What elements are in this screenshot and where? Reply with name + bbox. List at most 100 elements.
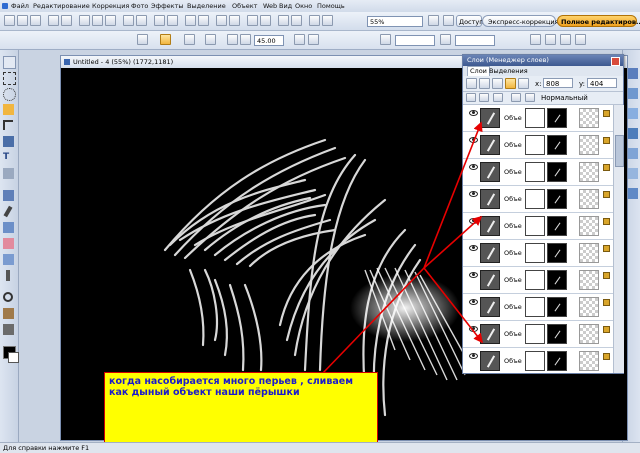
lock-icon[interactable]	[603, 218, 610, 225]
paste-icon[interactable]	[105, 15, 116, 26]
rotate-angle-icon[interactable]	[240, 34, 251, 45]
crop-icon[interactable]	[3, 120, 13, 130]
lock-icon[interactable]	[603, 326, 610, 333]
magic-wand-icon[interactable]	[3, 104, 14, 115]
fullscreen-icon[interactable]	[309, 15, 320, 26]
camera-icon[interactable]	[167, 15, 178, 26]
help-icon[interactable]	[428, 15, 439, 26]
layer-row[interactable]: Объе	[463, 240, 613, 267]
lasso-icon[interactable]	[3, 88, 16, 101]
cut-icon[interactable]	[79, 15, 90, 26]
hand-tool-icon[interactable]	[3, 324, 14, 335]
mask-icon[interactable]	[479, 93, 489, 102]
smudge-icon[interactable]	[3, 254, 14, 265]
print-icon[interactable]	[48, 15, 59, 26]
menu-selection[interactable]: Выделение	[187, 2, 226, 10]
transform-icon[interactable]	[137, 34, 148, 45]
flip-h-icon[interactable]	[294, 34, 305, 45]
layer-row[interactable]: Объе	[463, 348, 613, 373]
layers-scrollbar[interactable]	[613, 105, 624, 373]
eye-icon[interactable]	[469, 272, 478, 278]
menu-web[interactable]: Web	[263, 2, 277, 10]
lock-icon[interactable]	[603, 299, 610, 306]
guide-icon[interactable]	[260, 15, 271, 26]
apply-icon[interactable]	[380, 34, 391, 45]
new-icon[interactable]	[4, 15, 15, 26]
clone-icon[interactable]	[3, 190, 14, 201]
email-icon[interactable]	[61, 15, 72, 26]
zoom-icon[interactable]	[3, 292, 13, 302]
lock-icon[interactable]	[603, 272, 610, 279]
close-icon[interactable]	[611, 57, 620, 66]
menu-edit[interactable]: Редактирование	[33, 2, 90, 10]
redo-icon[interactable]	[136, 15, 147, 26]
merge-icon[interactable]	[518, 78, 529, 89]
lock-icon[interactable]	[466, 93, 476, 102]
eyedropper-icon[interactable]	[3, 308, 14, 319]
history-icon[interactable]	[627, 108, 638, 119]
flip-v-icon[interactable]	[308, 34, 319, 45]
lock-icon[interactable]	[603, 137, 610, 144]
background-color[interactable]	[8, 352, 19, 363]
text-icon[interactable]: T	[3, 152, 14, 163]
lock-icon[interactable]	[603, 191, 610, 198]
zoom-in-icon[interactable]	[185, 15, 196, 26]
layer-row[interactable]: Объе	[463, 294, 613, 321]
order-icon[interactable]	[227, 34, 238, 45]
opacity-icon[interactable]	[560, 34, 571, 45]
duplicate-icon[interactable]	[492, 78, 503, 89]
group-icon[interactable]	[479, 78, 490, 89]
layer-row[interactable]: Объе	[463, 132, 613, 159]
eye-icon[interactable]	[469, 164, 478, 170]
lock-icon[interactable]	[603, 164, 610, 171]
fit-icon[interactable]	[291, 15, 302, 26]
eraser-icon[interactable]	[3, 238, 14, 249]
layer-row[interactable]: Объе	[463, 267, 613, 294]
copy-icon[interactable]	[92, 15, 103, 26]
rotate-icon[interactable]	[216, 15, 227, 26]
menu-adjust[interactable]: Коррекция	[92, 2, 129, 10]
eye-icon[interactable]	[469, 353, 478, 359]
menu-window[interactable]: Окно	[295, 2, 312, 10]
share-icon[interactable]	[443, 15, 454, 26]
eye-icon[interactable]	[469, 299, 478, 305]
layer-row[interactable]: Объе	[463, 159, 613, 186]
scan-icon[interactable]	[154, 15, 165, 26]
full-edit-button[interactable]: Полное редактиров...	[557, 15, 640, 27]
lock-icon[interactable]	[603, 245, 610, 252]
menu-effects[interactable]: Эффекты	[151, 2, 184, 10]
object-mode-icon[interactable]	[160, 34, 171, 45]
eye-icon[interactable]	[469, 326, 478, 332]
hand-icon[interactable]	[278, 15, 289, 26]
zoom-out-icon[interactable]	[198, 15, 209, 26]
layer-row[interactable]: Объе	[463, 213, 613, 240]
mode-icon[interactable]	[525, 93, 535, 102]
menu-photo[interactable]: Фото	[131, 2, 148, 10]
scrollbar-thumb[interactable]	[615, 135, 624, 167]
eye-icon[interactable]	[469, 110, 478, 116]
layer-row[interactable]: Объе	[463, 321, 613, 348]
angle-field[interactable]: 45.00	[254, 35, 284, 46]
navigator-icon[interactable]	[627, 188, 638, 199]
tab-selections[interactable]: Выделения	[487, 67, 530, 76]
link-icon[interactable]	[440, 34, 451, 45]
menu-object[interactable]: Объект	[232, 2, 257, 10]
effects-icon[interactable]	[493, 93, 503, 102]
eye-icon[interactable]	[469, 137, 478, 143]
zoom-select[interactable]: 55%	[367, 16, 423, 27]
undo-icon[interactable]	[123, 15, 134, 26]
y-field[interactable]: 404	[587, 78, 617, 88]
flip-icon[interactable]	[229, 15, 240, 26]
height-field[interactable]	[455, 35, 495, 46]
align-icon[interactable]	[184, 34, 195, 45]
x-field[interactable]: 808	[543, 78, 573, 88]
effects-panel-icon[interactable]	[627, 148, 638, 159]
menu-help[interactable]: Помощь	[317, 2, 345, 10]
save-icon[interactable]	[30, 15, 41, 26]
open-icon[interactable]	[17, 15, 28, 26]
shape-tool-icon[interactable]	[3, 168, 14, 179]
layer-row[interactable]: Объе	[463, 186, 613, 213]
access-button[interactable]: Доступ	[456, 15, 484, 27]
new-layer-icon[interactable]	[466, 78, 477, 89]
pen-icon[interactable]	[6, 270, 10, 281]
